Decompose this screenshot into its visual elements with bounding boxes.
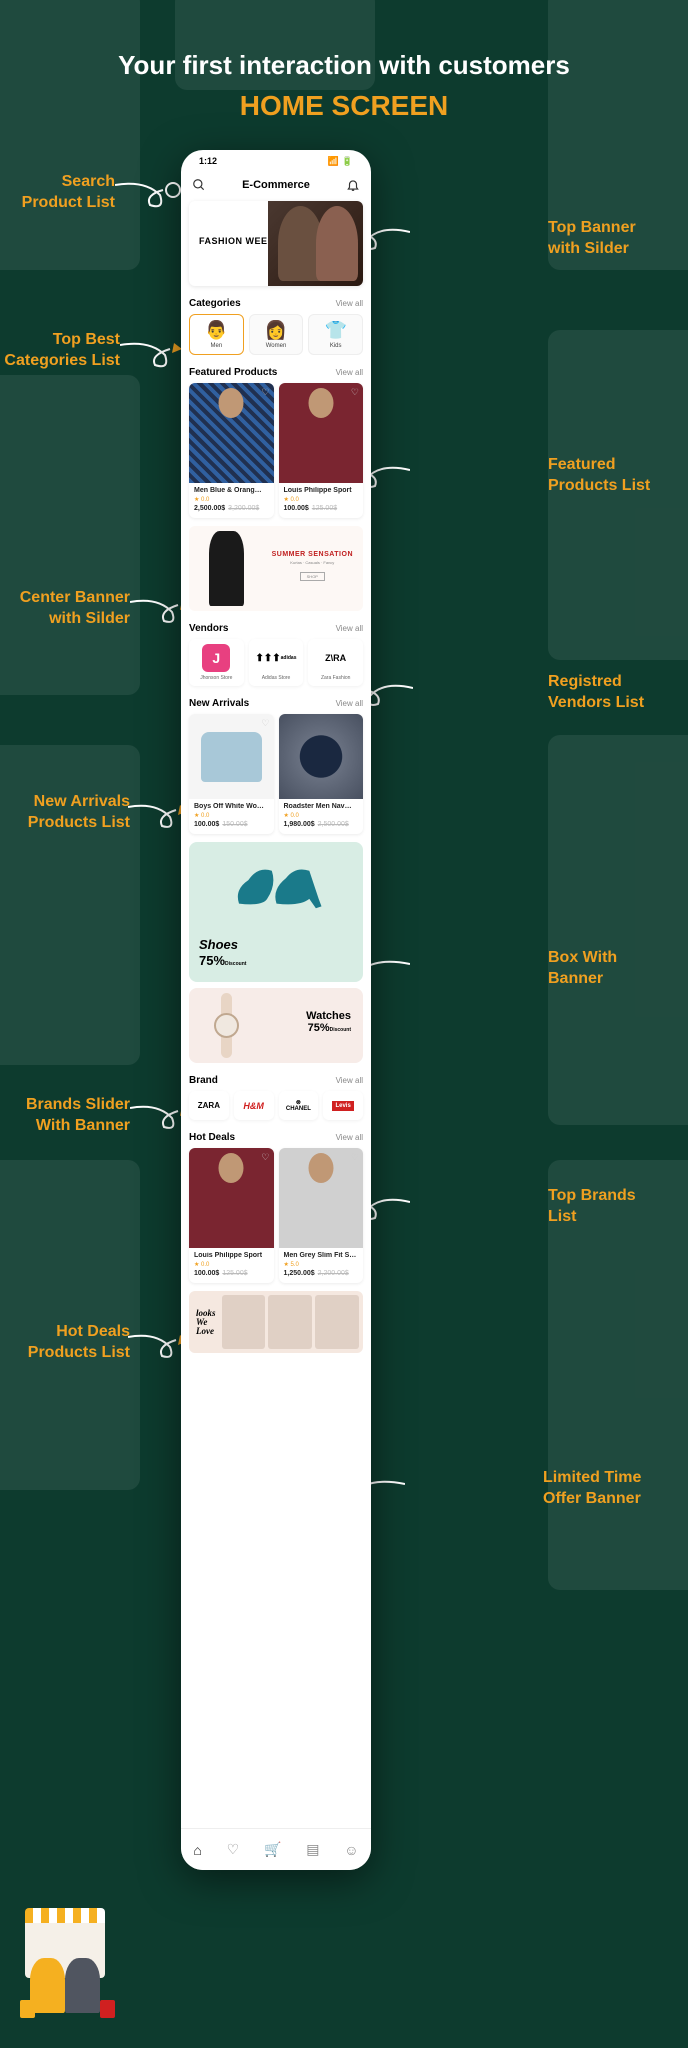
nav-profile-icon[interactable]: ☺ xyxy=(344,1842,358,1858)
category-men[interactable]: 👨Men xyxy=(189,314,244,355)
phone-home-screen: 1:12 📶🔋 E-Commerce FASHION WEEK Categori… xyxy=(181,150,371,1870)
vendor-1[interactable]: ⬆⬆⬆adidasAdidas Store xyxy=(249,639,304,686)
heart-icon[interactable]: ♡ xyxy=(261,718,269,729)
view-all-featured[interactable]: View all xyxy=(336,368,363,377)
watches-banner[interactable]: Watches 75%Discount xyxy=(189,988,363,1063)
annotation-new-arrivals: New ArrivalsProducts List xyxy=(5,792,130,834)
annotation-limited: Limited TimeOffer Banner xyxy=(543,1468,673,1510)
limited-time-banner[interactable]: looksWeLove xyxy=(189,1291,363,1353)
center-banner[interactable]: SUMMER SENSATION Kurtas · Casuals · Fanc… xyxy=(189,526,363,611)
annotation-center-banner: Center Bannerwith Silder xyxy=(0,588,130,630)
section-hot-deals: Hot Deals xyxy=(189,1132,235,1143)
brand-hm[interactable]: H&M xyxy=(234,1091,274,1120)
view-all-new-arrivals[interactable]: View all xyxy=(336,699,363,708)
annotation-brands-banner: Brands SliderWith Banner xyxy=(0,1095,130,1137)
heart-icon[interactable]: ♡ xyxy=(261,387,269,398)
heart-icon[interactable]: ♡ xyxy=(351,387,359,398)
nav-home-icon[interactable]: ⌂ xyxy=(193,1842,201,1858)
search-icon[interactable] xyxy=(191,177,207,193)
annotation-box-banner: Box WithBanner xyxy=(548,948,668,990)
nav-cart-icon[interactable]: 🛒 xyxy=(264,1841,281,1858)
heart-icon[interactable]: ♡ xyxy=(351,1152,359,1163)
shop-illustration xyxy=(15,1898,135,2018)
brand-zara[interactable]: ZARA xyxy=(189,1091,229,1120)
bell-icon[interactable] xyxy=(345,177,361,193)
annotation-featured: FeaturedProducts List xyxy=(548,455,668,497)
shop-button[interactable]: SHOP xyxy=(300,572,325,581)
featured-product-1[interactable]: ♡ Louis Philippe Sport ★ 0.0 100.00$125.… xyxy=(279,383,364,518)
section-vendors: Vendors xyxy=(189,623,228,634)
header-title: E-Commerce xyxy=(242,179,310,191)
brand-chanel[interactable]: ⊗CHANEL xyxy=(279,1091,319,1120)
page-subtitle: HOME SCREEN xyxy=(0,90,688,122)
annotation-categories: Top BestCategories List xyxy=(0,330,120,372)
status-time: 1:12 xyxy=(199,156,217,167)
nav-favorites-icon[interactable]: ♡ xyxy=(227,1841,240,1858)
arrival-product-1[interactable]: Roadster Men Nav… ★ 0.0 1,980.00$2,500.0… xyxy=(279,714,364,834)
annotation-search: SearchProduct List xyxy=(5,172,115,214)
section-featured: Featured Products xyxy=(189,367,277,378)
annotation-top-brands: Top BrandsList xyxy=(548,1186,668,1228)
view-all-brand[interactable]: View all xyxy=(336,1076,363,1085)
bottom-nav: ⌂ ♡ 🛒 ▤ ☺ xyxy=(181,1828,371,1870)
category-kids[interactable]: 👕Kids xyxy=(308,314,363,355)
view-all-hot-deals[interactable]: View all xyxy=(336,1133,363,1142)
page-title: Your first interaction with customers xyxy=(0,50,688,81)
annotation-top-banner: Top Bannerwith Silder xyxy=(548,218,668,260)
arrival-product-0[interactable]: ♡ Boys Off White Wo… ★ 0.0 100.00$150.00… xyxy=(189,714,274,834)
section-brand: Brand xyxy=(189,1075,218,1086)
shoes-banner[interactable]: Shoes 75%Discount xyxy=(189,842,363,982)
annotation-hot-deals: Hot DealsProducts List xyxy=(5,1322,130,1364)
heart-icon[interactable]: ♡ xyxy=(261,1152,269,1163)
view-all-vendors[interactable]: View all xyxy=(336,624,363,633)
featured-product-0[interactable]: ♡ Men Blue & Orang… ★ 0.0 2,500.00$3,200… xyxy=(189,383,274,518)
brand-levis[interactable]: Levis xyxy=(323,1091,363,1120)
hot-deal-0[interactable]: ♡ Louis Philippe Sport ★ 0.0 100.00$125.… xyxy=(189,1148,274,1283)
annotation-vendors: RegistredVendors List xyxy=(548,672,668,714)
view-all-categories[interactable]: View all xyxy=(336,299,363,308)
vendor-0[interactable]: JJhonson Store xyxy=(189,639,244,686)
top-banner-label: FASHION WEEK xyxy=(199,236,275,246)
nav-orders-icon[interactable]: ▤ xyxy=(306,1841,319,1858)
top-banner[interactable]: FASHION WEEK xyxy=(189,201,363,286)
hot-deal-1[interactable]: ♡ Men Grey Slim Fit S… ★ 5.0 1,250.00$2,… xyxy=(279,1148,364,1283)
category-women[interactable]: 👩Women xyxy=(249,314,304,355)
section-new-arrivals: New Arrivals xyxy=(189,698,249,709)
status-bar: 1:12 📶🔋 xyxy=(189,150,363,173)
vendor-2[interactable]: Z\RAZara Fashion xyxy=(308,639,363,686)
status-icons: 📶🔋 xyxy=(325,156,353,167)
section-categories: Categories xyxy=(189,298,241,309)
